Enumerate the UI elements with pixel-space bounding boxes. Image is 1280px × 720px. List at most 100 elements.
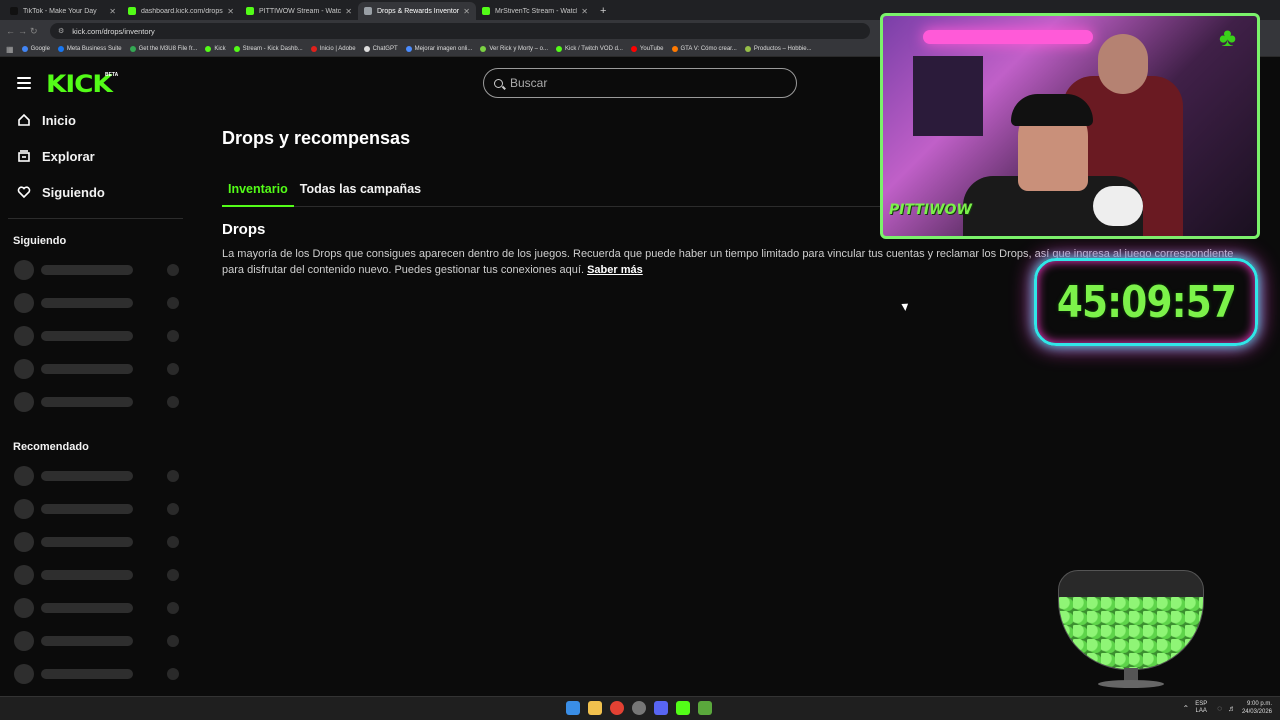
skeleton-dot	[167, 329, 179, 342]
close-tab-icon[interactable]: ✕	[227, 7, 234, 16]
sidebar-item-inicio[interactable]: Inicio	[0, 102, 190, 138]
url-text: kick.com/drops/inventory	[72, 26, 155, 36]
skeleton-dot	[167, 395, 179, 408]
bookmark-label: Meta Business Suite	[66, 46, 122, 52]
bookmark-item[interactable]: YouTube	[630, 46, 664, 52]
forward-icon[interactable]: →	[18, 26, 30, 36]
tab-todas-las-campanas[interactable]: Todas las campañas	[294, 176, 427, 207]
sidebar-item-explorar[interactable]: Explorar	[0, 138, 190, 174]
tab-inventario[interactable]: Inventario	[222, 176, 294, 207]
drops-section-title: Drops	[222, 221, 266, 238]
bookmark-favicon-icon	[21, 46, 28, 52]
skeleton-bar	[41, 363, 133, 374]
volume-icon[interactable]: ♬	[1228, 704, 1236, 713]
bookmark-label: Stream - Kick Dashb...	[242, 46, 303, 52]
bookmark-favicon-icon	[233, 46, 240, 52]
recommended-section-title: Recomendado	[13, 441, 89, 453]
clock-time: 9:00 p.m.	[1246, 701, 1272, 707]
bookmark-item[interactable]: Get the M3U8 File fr...	[129, 46, 197, 52]
file-explorer-icon[interactable]	[588, 701, 602, 715]
browser-tab[interactable]: dashboard.kick.com/drops ✕	[122, 2, 240, 20]
tab-favicon-icon	[128, 7, 136, 15]
drops-tabs: Inventario Todas las campañas	[222, 176, 882, 207]
webcam-overlay: ♣ PITTIWOW	[880, 13, 1260, 239]
bookmark-item[interactable]: ChatGPT	[363, 46, 398, 52]
chrome-icon[interactable]	[610, 701, 624, 715]
person-standing-head	[1098, 34, 1148, 94]
skeleton-dot	[167, 263, 179, 276]
bookmark-item[interactable]: Kick	[205, 46, 226, 52]
close-tab-icon[interactable]: ✕	[109, 7, 116, 16]
recommended-list	[0, 459, 190, 690]
search-icon	[494, 78, 503, 88]
discord-icon[interactable]	[654, 701, 668, 715]
back-icon[interactable]: ←	[6, 26, 18, 36]
timer-value: 45:09:57	[1056, 276, 1236, 328]
bookmark-label: Kick / Twitch VOD d...	[565, 46, 623, 52]
bookmark-item[interactable]: Inicio | Adobe	[310, 46, 356, 52]
skeleton-dot	[167, 296, 179, 309]
bookmark-item[interactable]: Stream - Kick Dashb...	[233, 46, 303, 52]
stream-timer: 45:09:57	[1034, 258, 1258, 346]
bookmark-label: GTA V: Cómo crear...	[680, 46, 737, 52]
bookmark-item[interactable]: Mejorar imagen onli...	[405, 46, 472, 52]
sidebar-item-siguiendo[interactable]: Siguiendo	[0, 174, 190, 210]
reload-icon[interactable]: ↻	[30, 26, 42, 37]
sidebar-item-label: Inicio	[42, 112, 76, 128]
bookmark-item[interactable]: Ver Rick y Morty – o...	[480, 46, 548, 52]
wall-poster	[913, 56, 983, 136]
chevron-up-icon[interactable]: ⌃	[1182, 704, 1189, 713]
sidebar: Inicio Explorar Siguiendo Siguiendo Reco…	[0, 102, 190, 690]
leaf-logo-icon: ♣	[1219, 22, 1237, 52]
bookmark-favicon-icon	[630, 46, 637, 52]
tab-title: MrStivenTc Stream - Watch Liv	[495, 7, 577, 15]
skeleton-channel-row	[0, 525, 190, 558]
close-tab-icon[interactable]: ✕	[581, 7, 588, 16]
browser-tab[interactable]: TikTok - Make Your Day ✕	[4, 2, 122, 20]
bookmark-item[interactable]: Google	[21, 46, 50, 52]
bookmark-item[interactable]: Kick / Twitch VOD d...	[556, 46, 623, 52]
site-info-icon[interactable]: ⚙	[58, 27, 64, 35]
bookmark-favicon-icon	[556, 46, 563, 52]
glass-fill	[1059, 597, 1203, 669]
app-icon[interactable]	[632, 701, 646, 715]
search-input[interactable]: Buscar	[483, 68, 797, 98]
bookmark-favicon-icon	[310, 46, 317, 52]
apps-icon[interactable]: ▦	[6, 45, 14, 54]
skeleton-dot	[167, 568, 179, 581]
bookmark-favicon-icon	[744, 46, 751, 52]
tab-favicon-icon	[482, 7, 490, 15]
skeleton-channel-row	[0, 591, 190, 624]
wifi-icon[interactable]: ◌	[1217, 704, 1222, 713]
language-indicator[interactable]: ESP LAA	[1195, 701, 1207, 715]
heart-icon	[17, 186, 31, 199]
bookmark-favicon-icon	[57, 46, 64, 52]
minecraft-icon[interactable]	[698, 701, 712, 715]
close-tab-icon[interactable]: ✕	[345, 7, 352, 16]
new-tab-icon[interactable]: +	[600, 2, 606, 20]
skeleton-bar	[41, 396, 133, 407]
home-icon	[18, 113, 30, 126]
system-tray: ⌃ ESP LAA ◌ ♬ 9:00 p.m. 24/03/2026	[1182, 700, 1272, 716]
skeleton-dot	[167, 362, 179, 375]
url-field[interactable]: ⚙ kick.com/drops/inventory	[50, 23, 870, 39]
sidebar-item-label: Explorar	[42, 148, 95, 164]
bookmark-item[interactable]: Productos – Hobbie...	[744, 46, 812, 52]
bookmark-item[interactable]: Meta Business Suite	[57, 46, 122, 52]
bookmark-favicon-icon	[129, 46, 136, 52]
kick-logo[interactable]: KICK	[46, 70, 113, 98]
browser-tab[interactable]: PITTIWOW Stream - Watch Liv✕	[240, 2, 358, 20]
skeleton-bar	[41, 470, 133, 481]
kick-app-icon[interactable]	[676, 701, 690, 715]
skeleton-av	[14, 498, 34, 519]
windows-start-icon[interactable]	[566, 701, 580, 715]
close-tab-icon[interactable]: ✕	[463, 7, 470, 16]
clock[interactable]: 9:00 p.m. 24/03/2026	[1242, 700, 1272, 716]
browser-tab[interactable]: Drops & Rewards Inventory - K✕	[358, 2, 476, 20]
tab-favicon-icon	[246, 7, 254, 15]
tab-title: TikTok - Make Your Day	[23, 7, 97, 15]
learn-more-link[interactable]: Saber más	[587, 264, 643, 276]
browser-tab[interactable]: MrStivenTc Stream - Watch Liv ✕	[476, 2, 594, 20]
bookmark-item[interactable]: GTA V: Cómo crear...	[671, 46, 737, 52]
menu-icon[interactable]	[17, 77, 31, 89]
